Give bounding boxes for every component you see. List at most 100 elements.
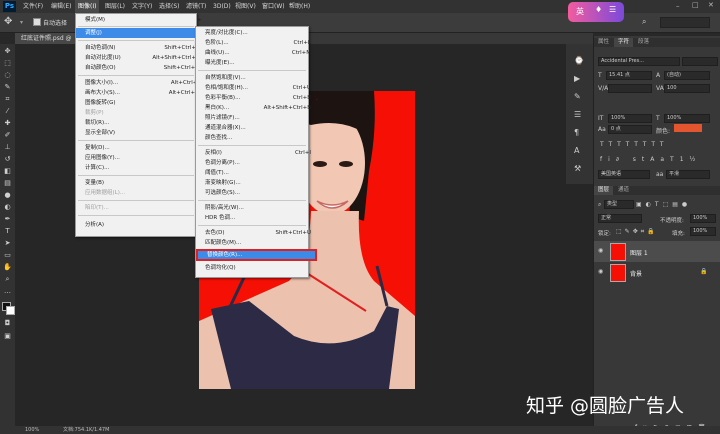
menu-item-desaturate[interactable]: 去色(D) Shift+Ctrl+U <box>196 228 317 238</box>
menu-item-vibrance[interactable]: 自然饱和度(V)... <box>196 73 317 83</box>
marquee-tool-icon[interactable]: ⬚ <box>3 59 12 68</box>
menu-item-duplicate[interactable]: 复制(D)... <box>76 143 205 153</box>
kerning-field[interactable] <box>608 84 652 93</box>
path-select-tool-icon[interactable]: ➤ <box>3 239 12 248</box>
menu-item-hdr-toning[interactable]: HDR 色调... <box>196 213 317 223</box>
quick-mask-icon[interactable]: ◘ <box>3 319 12 328</box>
menu-image[interactable]: 图像(I) <box>75 0 100 13</box>
document-tab[interactable]: 红底证件照.psd @ <box>15 33 78 44</box>
menu-item-equalize[interactable]: 色调均化(Q) <box>196 263 317 273</box>
history-brush-tool-icon[interactable]: ↺ <box>3 155 12 164</box>
layer-name[interactable]: 图层 1 <box>630 248 648 257</box>
actions-panel-icon[interactable]: ▶ <box>574 74 580 83</box>
fill-field[interactable]: 100% <box>690 227 716 236</box>
menu-item-variables[interactable]: 变量(B)▸ <box>76 178 205 188</box>
move-tool-icon[interactable]: ✥ <box>3 47 12 56</box>
menu-item-image-rotation[interactable]: 图像旋转(G)▸ <box>76 98 205 108</box>
menu-item-color-lookup[interactable]: 颜色查找... <box>196 133 317 143</box>
auto-select-checkbox[interactable] <box>33 18 41 26</box>
eraser-tool-icon[interactable]: ◧ <box>3 167 12 176</box>
rectangle-tool-icon[interactable]: ▭ <box>3 251 12 260</box>
document-info[interactable]: 文档:754.1K/1.47M <box>63 426 109 434</box>
text-color-swatch[interactable] <box>674 124 702 132</box>
vertical-scale-field[interactable]: 100% <box>608 114 652 123</box>
clone-stamp-tool-icon[interactable]: ⊥ <box>3 143 12 152</box>
zoom-level[interactable]: 100% <box>25 426 39 434</box>
tab-properties[interactable]: 属性 <box>594 38 613 47</box>
lasso-tool-icon[interactable]: ◌ <box>3 71 12 80</box>
menu-item-canvas-size[interactable]: 画布大小(S)... Alt+Ctrl+C <box>76 88 205 98</box>
menu-item-threshold[interactable]: 阈值(T)... <box>196 168 317 178</box>
history-panel-icon[interactable]: ⌚ <box>574 56 584 65</box>
gradient-tool-icon[interactable]: ▤ <box>3 179 12 188</box>
layer-filter-icons[interactable]: ▣◐T⬚▤● <box>636 201 691 208</box>
opacity-field[interactable]: 100% <box>690 214 716 223</box>
tab-channels[interactable]: 通道 <box>614 186 633 195</box>
tool-preset-arrow-icon[interactable]: ▾ <box>20 19 23 26</box>
menu-item-replace-color[interactable]: 替换颜色(R)... <box>196 249 317 261</box>
workspace-select[interactable] <box>660 17 710 28</box>
search-icon[interactable]: ⌕ <box>642 17 646 27</box>
quick-select-tool-icon[interactable]: ✎ <box>3 83 12 92</box>
layer-filter-select[interactable]: 类型 <box>604 200 634 209</box>
menu-item-reveal-all[interactable]: 显示全部(V) <box>76 128 205 138</box>
menu-item-exposure[interactable]: 曝光度(E)... <box>196 58 317 68</box>
opentype-buttons[interactable]: fi∂ stAaT1½ <box>600 156 710 164</box>
menu-item-analysis[interactable]: 分析(A)▸ <box>76 220 205 230</box>
menu-edit[interactable]: 编辑(E) <box>48 0 74 13</box>
menu-item-selective-color[interactable]: 可选颜色(S)... <box>196 188 317 198</box>
adjustments-panel-icon[interactable]: ☰ <box>574 110 581 119</box>
blend-mode-select[interactable]: 正常 <box>598 214 642 223</box>
menu-item-adjustments[interactable]: 调整(J)▸ <box>76 28 205 38</box>
brush-panel-icon[interactable]: ✎ <box>574 92 581 101</box>
menu-item-image-size[interactable]: 图像大小(I)... Alt+Ctrl+I <box>76 78 205 88</box>
layer-row[interactable]: ◉ 图层 1 <box>594 241 720 262</box>
layer-name[interactable]: 背景 <box>630 269 642 278</box>
menu-item-posterize[interactable]: 色调分离(P)... <box>196 158 317 168</box>
type-tool-icon[interactable]: T <box>3 227 12 236</box>
menu-item-brightness-contrast[interactable]: 亮度/对比度(C)... <box>196 28 317 38</box>
menu-item-calculations[interactable]: 计算(C)... <box>76 163 205 173</box>
menu-item-channel-mixer[interactable]: 通道混合器(X)... <box>196 123 317 133</box>
layer-row[interactable]: ◉ 背景 🔒 <box>594 262 720 283</box>
baseline-field[interactable]: 0 点 <box>608 125 652 134</box>
crop-tool-icon[interactable]: ⌗ <box>3 95 12 104</box>
hand-tool-icon[interactable]: ✋ <box>3 263 12 272</box>
character-panel-icon[interactable]: A <box>574 146 579 155</box>
menu-select[interactable]: 选择(S) <box>156 0 183 13</box>
menu-item-color-balance[interactable]: 色彩平衡(B)... Ctrl+B <box>196 93 317 103</box>
text-style-buttons[interactable]: TTTTTTTT <box>600 141 710 149</box>
zoom-tool-icon[interactable]: ⌕ <box>3 275 12 284</box>
menu-item-hue-saturation[interactable]: 色相/饱和度(H)... Ctrl+U <box>196 83 317 93</box>
menu-3d[interactable]: 3D(D) <box>210 0 234 13</box>
menu-item-auto-contrast[interactable]: 自动对比度(U) Alt+Shift+Ctrl+L <box>76 53 205 63</box>
menu-item-gradient-map[interactable]: 渐变映射(G)... <box>196 178 317 188</box>
menu-item-apply-image[interactable]: 应用图像(Y)... <box>76 153 205 163</box>
menu-layer[interactable]: 图层(L) <box>102 0 128 13</box>
menu-item-invert[interactable]: 反相(I) Ctrl+I <box>196 148 317 158</box>
brush-tool-icon[interactable]: ✐ <box>3 131 12 140</box>
eyedropper-tool-icon[interactable]: ⁄ <box>3 107 12 116</box>
menu-window[interactable]: 窗口(W) <box>259 0 288 13</box>
minimize-icon[interactable]: – <box>676 2 680 10</box>
menu-item-auto-color[interactable]: 自动颜色(O) Shift+Ctrl+B <box>76 63 205 73</box>
menu-item-shadows-highlights[interactable]: 阴影/高光(W)... <box>196 203 317 213</box>
antialias-select[interactable]: 平滑 <box>666 170 710 179</box>
menu-item-trim[interactable]: 裁切(R)... <box>76 118 205 128</box>
font-style-select[interactable] <box>682 57 718 66</box>
font-family-select[interactable]: Accidental Pres... <box>598 57 680 66</box>
leading-field[interactable]: (自动) <box>664 71 710 80</box>
close-icon[interactable]: ✕ <box>708 1 714 9</box>
menu-item-black-white[interactable]: 黑白(K)... Alt+Shift+Ctrl+B <box>196 103 317 113</box>
tracking-field[interactable]: 100 <box>664 84 710 93</box>
horizontal-scale-field[interactable]: 100% <box>664 114 710 123</box>
tab-layers[interactable]: 图层 <box>594 186 614 195</box>
screen-mode-icon[interactable]: ▣ <box>3 332 12 341</box>
menu-item-levels[interactable]: 色阶(L)... Ctrl+L <box>196 38 317 48</box>
dodge-tool-icon[interactable]: ◐ <box>3 203 12 212</box>
menu-item-curves[interactable]: 曲线(U)... Ctrl+M <box>196 48 317 58</box>
menu-type[interactable]: 文字(Y) <box>129 0 155 13</box>
blur-tool-icon[interactable]: ● <box>3 191 12 200</box>
visibility-eye-icon[interactable]: ◉ <box>598 247 603 254</box>
menu-file[interactable]: 文件(F) <box>20 0 46 13</box>
